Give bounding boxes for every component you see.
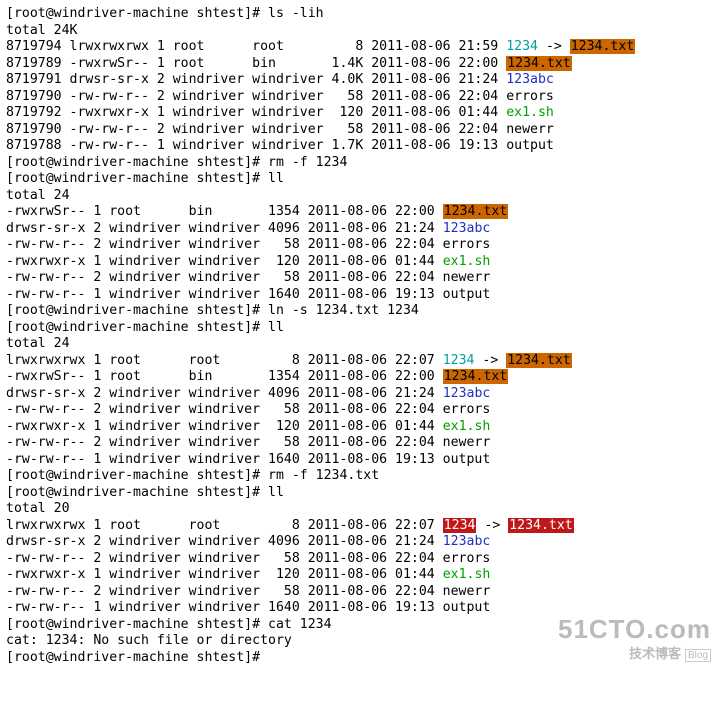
ls-row: -rwxrwSr-- 1 root bin 1354 2011-08-06 22…	[6, 204, 715, 221]
error-line: cat: 1234: No such file or directory	[6, 633, 715, 650]
ls-row: 8719791 drwsr-sr-x 2 windriver windriver…	[6, 72, 715, 89]
ls-row: -rw-rw-r-- 2 windriver windriver 58 2011…	[6, 237, 715, 254]
total-line: total 20	[6, 501, 715, 518]
ls-row: 8719788 -rw-rw-r-- 1 windriver windriver…	[6, 138, 715, 155]
ls-row: -rwxrwxr-x 1 windriver windriver 120 201…	[6, 254, 715, 271]
ls-row: drwsr-sr-x 2 windriver windriver 4096 20…	[6, 221, 715, 238]
terminal-output: [root@windriver-machine shtest]# ls -lih…	[6, 6, 715, 666]
ls-row: drwsr-sr-x 2 windriver windriver 4096 20…	[6, 534, 715, 551]
prompt: [root@windriver-machine shtest]# ll	[6, 171, 715, 188]
ls-row: -rw-rw-r-- 1 windriver windriver 1640 20…	[6, 287, 715, 304]
total-line: total 24K	[6, 23, 715, 40]
ls-row: 8719794 lrwxrwxrwx 1 root root 8 2011-08…	[6, 39, 715, 56]
total-line: total 24	[6, 336, 715, 353]
ls-row: lrwxrwxrwx 1 root root 8 2011-08-06 22:0…	[6, 353, 715, 370]
ls-row: drwsr-sr-x 2 windriver windriver 4096 20…	[6, 386, 715, 403]
prompt: [root@windriver-machine shtest]# ln -s 1…	[6, 303, 715, 320]
ls-row: -rw-rw-r-- 2 windriver windriver 58 2011…	[6, 435, 715, 452]
ls-row: 8719790 -rw-rw-r-- 2 windriver windriver…	[6, 89, 715, 106]
ls-row: -rwxrwxr-x 1 windriver windriver 120 201…	[6, 419, 715, 436]
ls-row: 8719792 -rwxrwxr-x 1 windriver windriver…	[6, 105, 715, 122]
ls-row: -rw-rw-r-- 2 windriver windriver 58 2011…	[6, 584, 715, 601]
ls-row: -rw-rw-r-- 2 windriver windriver 58 2011…	[6, 402, 715, 419]
ls-row: -rw-rw-r-- 1 windriver windriver 1640 20…	[6, 600, 715, 617]
ls-row: 8719789 -rwxrwSr-- 1 root bin 1.4K 2011-…	[6, 56, 715, 73]
ls-row: -rwxrwxr-x 1 windriver windriver 120 201…	[6, 567, 715, 584]
prompt: [root@windriver-machine shtest]#	[6, 650, 715, 667]
prompt: [root@windriver-machine shtest]# ls -lih	[6, 6, 715, 23]
ls-row: -rwxrwSr-- 1 root bin 1354 2011-08-06 22…	[6, 369, 715, 386]
prompt: [root@windriver-machine shtest]# ll	[6, 320, 715, 337]
ls-row: -rw-rw-r-- 2 windriver windriver 58 2011…	[6, 270, 715, 287]
prompt: [root@windriver-machine shtest]# ll	[6, 485, 715, 502]
ls-row: lrwxrwxrwx 1 root root 8 2011-08-06 22:0…	[6, 518, 715, 535]
prompt: [root@windriver-machine shtest]# rm -f 1…	[6, 155, 715, 172]
ls-row: 8719790 -rw-rw-r-- 2 windriver windriver…	[6, 122, 715, 139]
ls-row: -rw-rw-r-- 2 windriver windriver 58 2011…	[6, 551, 715, 568]
prompt: [root@windriver-machine shtest]# cat 123…	[6, 617, 715, 634]
ls-row: -rw-rw-r-- 1 windriver windriver 1640 20…	[6, 452, 715, 469]
prompt: [root@windriver-machine shtest]# rm -f 1…	[6, 468, 715, 485]
total-line: total 24	[6, 188, 715, 205]
